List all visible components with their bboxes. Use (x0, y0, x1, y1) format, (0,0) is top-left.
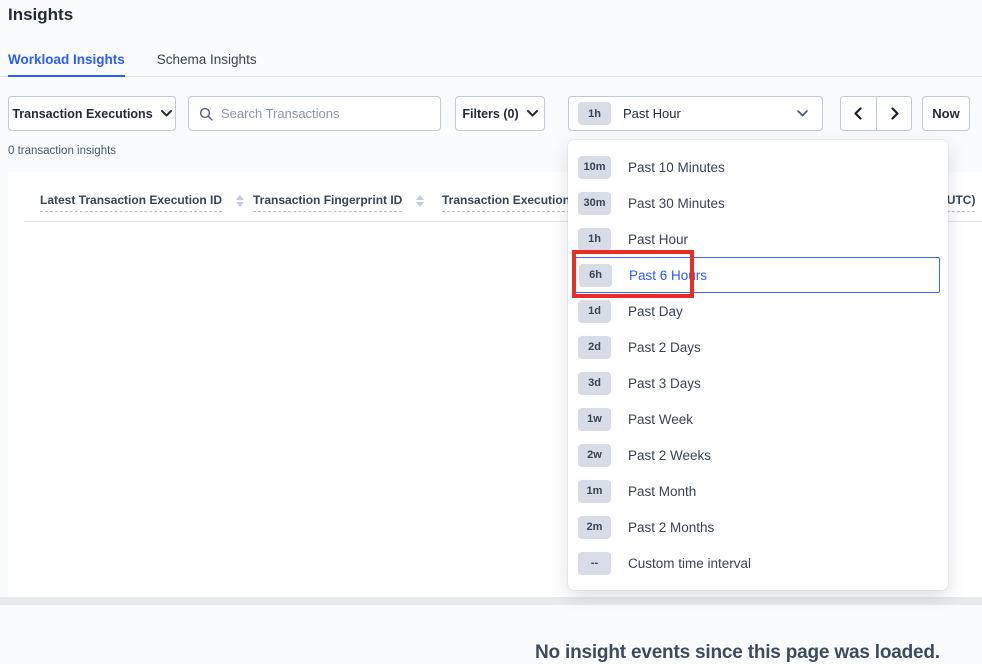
time-option-badge: 2m (578, 516, 611, 539)
empty-state-message: No insight events since this page was lo… (535, 642, 940, 664)
time-arrows (840, 96, 912, 131)
time-option-label: Past 2 Months (628, 520, 714, 535)
time-option-2w[interactable]: 2w Past 2 Weeks (568, 437, 948, 473)
time-option-badge: 2d (578, 336, 611, 359)
time-option-label: Past Hour (628, 232, 688, 247)
time-option-label: Past 3 Days (628, 376, 701, 391)
time-option-label: Past 2 Days (628, 340, 701, 355)
search-icon (199, 107, 213, 121)
time-option-2m[interactable]: 2m Past 2 Months (568, 509, 948, 545)
time-option-badge: 6h (579, 264, 612, 287)
time-option-label: Past Month (628, 484, 696, 499)
sort-icon[interactable] (236, 195, 244, 207)
table-column-header: Transaction Fingerprint ID (253, 193, 424, 212)
time-option-label: Past 2 Weeks (628, 448, 711, 463)
tab-schema-insights[interactable]: Schema Insights (157, 52, 257, 76)
time-option-1h[interactable]: 1h Past Hour (568, 221, 948, 257)
time-option-3d[interactable]: 3d Past 3 Days (568, 365, 948, 401)
time-option-badge: 1w (578, 408, 611, 431)
bottom-strip (0, 597, 982, 605)
column-label: Latest Transaction Execution ID (40, 193, 222, 212)
search-box[interactable] (188, 96, 441, 131)
time-option-badge: 1d (578, 300, 611, 323)
time-option-label: Past Day (628, 304, 683, 319)
time-interval-label: Past Hour (623, 106, 681, 121)
table-column-header: Transaction Execution (442, 193, 570, 212)
time-option-label: Past 30 Minutes (628, 196, 725, 211)
time-option-badge: -- (578, 552, 611, 575)
tab-bar: Workload Insights Schema Insights (0, 46, 982, 77)
chevron-down-icon (161, 110, 172, 117)
insights-page: Insights Workload Insights Schema Insigh… (0, 0, 982, 605)
column-label: Transaction Fingerprint ID (253, 193, 402, 212)
execution-type-select[interactable]: Transaction Executions (8, 96, 176, 131)
time-option-label: Past Week (628, 412, 693, 427)
time-option-badge: 1h (578, 228, 611, 251)
time-option-badge: 3d (578, 372, 611, 395)
insights-count: 0 transaction insights (8, 145, 116, 157)
time-option-1m[interactable]: 1m Past Month (568, 473, 948, 509)
time-option-6h[interactable]: 6h Past 6 Hours (573, 257, 940, 293)
next-interval-button[interactable] (876, 97, 911, 130)
time-option-30m[interactable]: 30m Past 30 Minutes (568, 185, 948, 221)
chevron-down-icon (797, 110, 808, 117)
time-option-badge: 10m (578, 156, 611, 179)
now-button[interactable]: Now (922, 96, 970, 131)
filters-label: Filters (0) (462, 107, 518, 121)
time-option-10m[interactable]: 10m Past 10 Minutes (568, 149, 948, 185)
time-option-badge: 2w (578, 444, 611, 467)
time-option-badge: 30m (578, 192, 611, 215)
filters-button[interactable]: Filters (0) (455, 96, 545, 131)
time-option-custom[interactable]: -- Custom time interval (568, 545, 948, 581)
table-column-header: Latest Transaction Execution ID (40, 193, 244, 212)
execution-type-label: Transaction Executions (12, 107, 152, 121)
time-option-1w[interactable]: 1w Past Week (568, 401, 948, 437)
search-input[interactable] (221, 106, 430, 121)
column-label: Transaction Execution (442, 193, 570, 212)
sort-icon[interactable] (416, 195, 424, 207)
page-title: Insights (8, 5, 73, 25)
time-option-label: Past 6 Hours (629, 268, 707, 283)
time-option-label: Custom time interval (628, 556, 751, 571)
chevron-left-icon (852, 107, 865, 120)
previous-interval-button[interactable] (841, 97, 876, 130)
toolbar: Transaction Executions Filters (0) 1h Pa… (8, 96, 970, 131)
time-option-label: Past 10 Minutes (628, 160, 725, 175)
chevron-right-icon (888, 107, 901, 120)
tab-workload-insights[interactable]: Workload Insights (8, 52, 125, 76)
chevron-down-icon (527, 110, 538, 117)
time-interval-select[interactable]: 1h Past Hour (568, 96, 823, 131)
time-option-1d[interactable]: 1d Past Day (568, 293, 948, 329)
time-option-badge: 1m (578, 480, 611, 503)
time-interval-badge: 1h (578, 102, 611, 125)
time-interval-dropdown: 10m Past 10 Minutes 30m Past 30 Minutes … (568, 140, 948, 590)
time-option-2d[interactable]: 2d Past 2 Days (568, 329, 948, 365)
